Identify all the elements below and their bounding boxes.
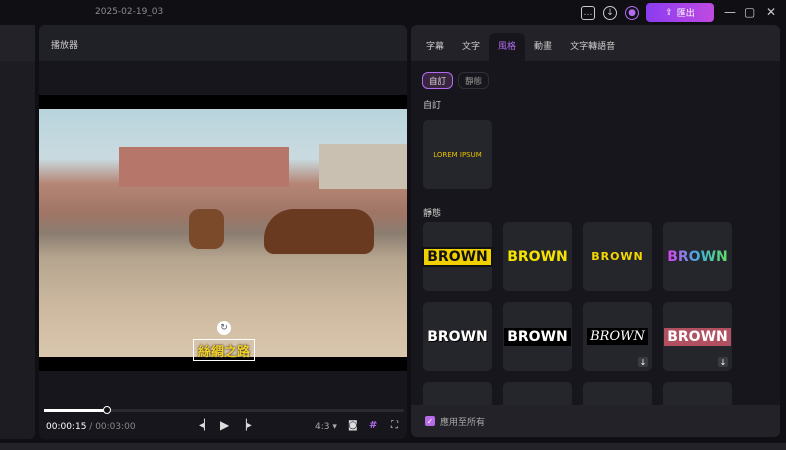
video-preview[interactable]: 絲綢之路 ↻ [39,95,407,371]
snapshot-icon[interactable]: ◙ [348,420,358,431]
style-card[interactable]: BROWN [503,302,572,371]
style-card[interactable]: BROWN [503,222,572,291]
timeline-bar [0,443,786,450]
current-time: 00:00:15 [46,422,87,432]
total-time: / 00:03:00 [89,422,136,432]
static-section-title: 靜態 [423,209,442,219]
custom-preview-text: LOREM IPSUM [433,150,482,159]
export-button[interactable]: ⇪ 匯出 [646,3,714,22]
filter-custom[interactable]: 自訂 [422,72,454,89]
feedback-icon[interactable]: … [581,6,595,20]
seek-progress [44,409,106,412]
apply-all-checkbox[interactable]: ✓ [425,416,435,426]
style-panel: 字幕 文字 風格 動畫 文字轉語音 自訂 靜態 自訂 LOREM IPSUM 靜… [411,25,780,437]
fullscreen-icon[interactable]: ⛶ [391,420,398,431]
player-panel: 播放器 絲綢之路 ↻ 00:00:15 / 00:03:00 ◂▏ ▶ ▕▸ 4… [39,25,407,439]
export-label: 匯出 [676,9,695,19]
minimize-icon[interactable]: — [724,5,736,19]
apply-all-bar: ✓ 應用至所有 [411,405,780,437]
style-card[interactable]: BROWN [423,302,492,371]
player-title: 播放器 [39,25,407,61]
style-preview: BROWN [591,250,644,263]
style-card[interactable]: BROWN [422,222,493,291]
tab-animation[interactable]: 動畫 [525,33,561,61]
subtitle-box[interactable]: 絲綢之路 [193,339,255,361]
apply-all-label[interactable]: 應用至所有 [440,415,485,428]
building [119,147,289,187]
style-card[interactable]: BROWN [663,222,732,291]
horse [264,209,374,254]
video-frame: 絲綢之路 ↻ [39,109,407,361]
tab-tts[interactable]: 文字轉語音 [561,33,624,61]
project-title: 2025-02-19_03 [95,7,164,17]
tab-text[interactable]: 文字 [453,33,489,61]
style-preview: BROWN [504,327,571,346]
time-display: 00:00:15 / 00:03:00 [46,422,136,432]
aspect-ratio-select[interactable]: 4:3 ▾ [315,422,337,432]
aspect-ratio-value: 4:3 [315,422,330,432]
style-preview: BROWN [427,328,488,345]
style-card[interactable]: BROWN ↓ [663,302,732,371]
seek-handle[interactable] [103,406,111,414]
rotate-handle-icon[interactable]: ↻ [217,321,231,335]
seek-bar[interactable] [44,406,404,414]
style-preview: BROWN [664,327,731,346]
close-icon[interactable]: ✕ [766,5,776,19]
building [319,144,407,189]
download-icon[interactable]: ↓ [638,357,648,367]
style-card[interactable]: BROWN ↓ [583,302,652,371]
maximize-icon[interactable]: ▢ [744,5,755,19]
style-card[interactable]: BROWN [583,222,652,291]
tab-style[interactable]: 風格 [489,33,526,61]
download-icon[interactable]: ↓ [603,6,617,20]
horse [189,209,224,249]
tab-subtitle[interactable]: 字幕 [417,33,453,61]
prev-frame-icon[interactable]: ◂▏ [199,420,212,431]
custom-style-card[interactable]: LOREM IPSUM [423,120,492,189]
style-preview: BROWN [507,248,568,265]
tab-bar: 字幕 文字 風格 動畫 文字轉語音 [411,25,780,61]
download-icon[interactable]: ↓ [718,357,728,367]
custom-section-title: 自訂 [423,101,442,111]
next-frame-icon[interactable]: ▕▸ [239,420,252,431]
style-preview: BROWN [587,328,648,345]
play-icon[interactable]: ▶ [220,418,229,432]
style-preview: BROWN [422,246,493,267]
style-preview: BROWN [667,248,728,265]
grid-icon[interactable]: # [369,420,377,431]
account-icon[interactable]: ● [625,6,639,20]
left-panel [0,25,35,439]
filter-static[interactable]: 靜態 [458,72,490,89]
upload-icon: ⇪ [665,7,673,18]
